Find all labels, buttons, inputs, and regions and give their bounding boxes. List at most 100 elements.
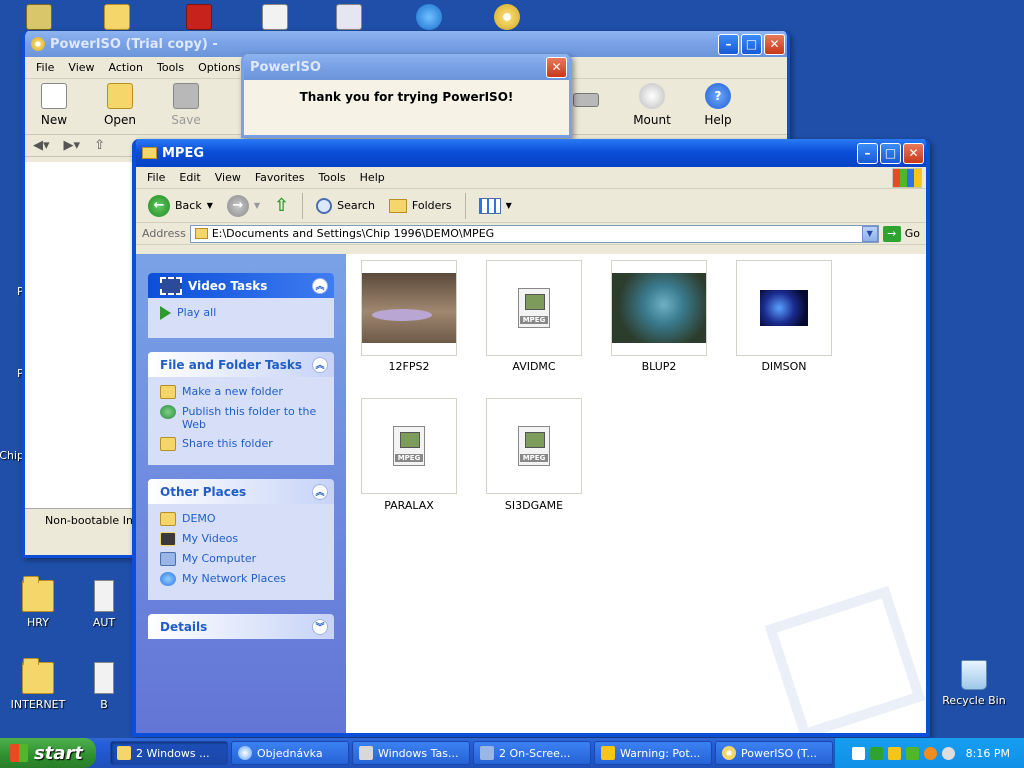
save-button[interactable]: Save — [165, 83, 207, 127]
menu-tools[interactable]: Tools — [150, 61, 191, 74]
keyboard-layout-icon[interactable] — [851, 746, 865, 760]
clock[interactable]: 8:16 PM — [966, 747, 1010, 760]
desktop-icon-recycle-bin[interactable]: Recycle Bin — [936, 660, 1012, 707]
close-button[interactable]: ✕ — [903, 142, 924, 164]
file-name[interactable]: AVIDMC — [486, 360, 582, 373]
menu-options[interactable]: Options — [191, 61, 247, 74]
file-view[interactable]: 12FPS2 AVIDMC BLUP2 DIMSON PARALAX SI3DG… — [346, 254, 926, 733]
chevron-down-icon[interactable]: ︾ — [312, 618, 328, 635]
task-play-all[interactable]: Play all — [160, 306, 322, 320]
start-button[interactable]: start — [0, 738, 96, 768]
folders-button[interactable]: Folders — [385, 198, 456, 213]
menu-view[interactable]: View — [61, 61, 101, 74]
maximize-button[interactable]: □ — [741, 33, 762, 55]
explorer-window[interactable]: MPEG – □ ✕ File Edit View Favorites Tool… — [132, 139, 930, 737]
desktop-icon-top-book[interactable] — [186, 4, 212, 30]
menu-action[interactable]: Action — [102, 61, 150, 74]
update-icon[interactable] — [905, 746, 919, 760]
new-button[interactable]: New — [33, 83, 75, 127]
chevron-up-icon[interactable]: ︽ — [312, 277, 328, 294]
cd-icon[interactable] — [941, 746, 955, 760]
minimize-button[interactable]: – — [718, 33, 739, 55]
menu-tools[interactable]: Tools — [312, 171, 353, 184]
chevron-down-icon[interactable]: ▼ — [861, 225, 878, 242]
chevron-down-icon[interactable]: ▼ — [254, 201, 260, 210]
desktop-icon-b[interactable]: B — [84, 662, 124, 711]
chevron-up-icon[interactable]: ︽ — [312, 483, 328, 500]
folder-icon — [22, 658, 54, 694]
place-my-videos[interactable]: My Videos — [160, 532, 322, 546]
taskbar-item-objednavka[interactable]: Objednávka — [231, 741, 349, 765]
forward-arrow-icon[interactable]: ▶▾ — [64, 138, 81, 153]
taskbar-item-windows-group[interactable]: 2 Windows ... — [110, 741, 228, 765]
task-make-folder[interactable]: Make a new folder — [160, 385, 322, 399]
file-thumbnail[interactable] — [736, 260, 832, 356]
poweriso-tree-pane[interactable] — [25, 162, 135, 508]
taskbar-item-warning[interactable]: Warning: Pot... — [594, 741, 712, 765]
file-name[interactable]: PARALAX — [361, 499, 457, 512]
menu-view[interactable]: View — [208, 171, 248, 184]
chevron-down-icon[interactable]: ▼ — [207, 201, 213, 210]
taskbar-item-onscreen[interactable]: 2 On-Scree... — [473, 741, 591, 765]
menu-file[interactable]: File — [140, 171, 172, 184]
nag-titlebar[interactable]: PowerISO ✕ — [244, 54, 569, 80]
taskbar-item-poweriso[interactable]: PowerISO (T... — [715, 741, 833, 765]
menu-help[interactable]: Help — [353, 171, 392, 184]
chevron-up-icon[interactable]: ︽ — [312, 356, 328, 373]
file-name[interactable]: SI3DGAME — [486, 499, 582, 512]
menu-favorites[interactable]: Favorites — [248, 171, 312, 184]
desktop-icon-aut[interactable]: AUT — [84, 580, 124, 629]
file-name[interactable]: BLUP2 — [611, 360, 707, 373]
file-name[interactable]: 12FPS2 — [361, 360, 457, 373]
desktop-icon-top-folder[interactable] — [104, 4, 130, 30]
other-places-header[interactable]: Other Places ︽ — [148, 479, 334, 504]
back-arrow-icon[interactable]: ◀▾ — [33, 138, 50, 153]
file-folder-tasks-header[interactable]: File and Folder Tasks ︽ — [148, 352, 334, 377]
file-thumbnail[interactable] — [611, 260, 707, 356]
place-demo[interactable]: DEMO — [160, 512, 322, 526]
dialog-title: PowerISO — [250, 59, 321, 75]
desktop-icon-top-audio[interactable] — [336, 4, 362, 30]
place-my-computer[interactable]: My Computer — [160, 552, 322, 566]
desktop-icon-top-1[interactable] — [26, 4, 52, 30]
file-thumbnail[interactable] — [361, 398, 457, 494]
desktop-icon-internet[interactable]: INTERNET — [0, 658, 76, 711]
maximize-button[interactable]: □ — [880, 142, 901, 164]
address-input[interactable]: E:\Documents and Settings\Chip 1996\DEMO… — [189, 224, 879, 243]
back-button[interactable]: ← Back ▼ — [144, 194, 217, 217]
desktop-icon-top-document[interactable] — [262, 4, 288, 30]
file-name[interactable]: DIMSON — [736, 360, 832, 373]
go-button[interactable]: → Go — [882, 225, 926, 242]
desktop-icon-top-cd[interactable] — [494, 4, 520, 30]
video-tasks-header[interactable]: Video Tasks ︽ — [148, 273, 334, 298]
close-button[interactable]: ✕ — [764, 33, 785, 55]
search-button[interactable]: Search — [312, 197, 379, 214]
menu-edit[interactable]: Edit — [172, 171, 207, 184]
file-thumbnail[interactable] — [486, 398, 582, 494]
file-thumbnail[interactable] — [486, 260, 582, 356]
mount-button[interactable]: Mount — [631, 83, 673, 127]
up-folder-button[interactable]: ⇧ — [270, 195, 293, 216]
forward-button[interactable]: → ▼ — [223, 194, 264, 217]
task-publish-web[interactable]: Publish this folder to the Web — [160, 405, 322, 431]
views-button[interactable]: ▼ — [475, 197, 516, 214]
security-shield-icon[interactable] — [887, 746, 901, 760]
help-button[interactable]: ? Help — [697, 83, 739, 127]
taskbar-item-windows-task[interactable]: Windows Tas... — [352, 741, 470, 765]
explorer-titlebar[interactable]: MPEG – □ ✕ — [136, 139, 926, 167]
open-button[interactable]: Open — [99, 83, 141, 127]
close-button[interactable]: ✕ — [546, 56, 567, 78]
minimize-button[interactable]: – — [857, 142, 878, 164]
network-status-icon[interactable] — [869, 746, 883, 760]
chevron-down-icon: ▼ — [505, 201, 512, 210]
desktop-icon-hry[interactable]: HRY — [0, 576, 76, 629]
up-folder-icon[interactable]: ⇧ — [94, 138, 105, 153]
details-header[interactable]: Details ︾ — [148, 614, 334, 639]
menu-file[interactable]: File — [29, 61, 61, 74]
file-thumbnail[interactable] — [361, 260, 457, 356]
task-share-folder[interactable]: Share this folder — [160, 437, 322, 451]
poweriso-nag-dialog[interactable]: PowerISO ✕ Thank you for trying PowerISO… — [241, 54, 572, 138]
search-icon[interactable] — [923, 746, 937, 760]
desktop-icon-top-globe[interactable] — [416, 4, 442, 30]
place-network[interactable]: My Network Places — [160, 572, 322, 586]
